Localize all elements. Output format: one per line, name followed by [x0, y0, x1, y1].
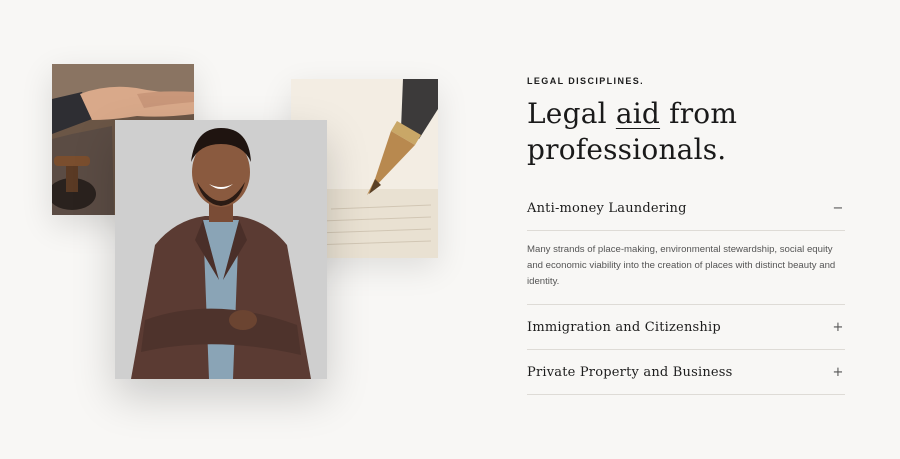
accordion-item-private-property: Private Property and Business + — [527, 350, 845, 395]
legal-disciplines-section: LEGAL DISCIPLINES. Legal aid from profes… — [527, 76, 845, 395]
collapse-icon[interactable]: − — [831, 201, 845, 216]
section-eyebrow: LEGAL DISCIPLINES. — [527, 76, 645, 86]
accordion-title: Immigration and Citizenship — [527, 319, 721, 335]
page: LEGAL DISCIPLINES. Legal aid from profes… — [0, 0, 900, 459]
section-headline: Legal aid from professionals. — [527, 96, 845, 168]
accordion-item-immigration: Immigration and Citizenship + — [527, 304, 845, 350]
headline-part-1: Legal — [527, 97, 616, 130]
headline-underlined-word: aid — [615, 97, 661, 130]
expand-icon[interactable]: + — [831, 365, 845, 380]
accordion-header-anti-money-laundering[interactable]: Anti-money Laundering − — [527, 186, 845, 230]
accordion-header-immigration[interactable]: Immigration and Citizenship + — [527, 305, 845, 349]
accordion-title: Anti-money Laundering — [527, 200, 687, 216]
portrait-image — [115, 120, 327, 379]
portrait-illustration — [115, 120, 327, 379]
accordion-title: Private Property and Business — [527, 364, 733, 380]
accordion-header-private-property[interactable]: Private Property and Business + — [527, 350, 845, 394]
disciplines-accordion: Anti-money Laundering − Many strands of … — [527, 186, 845, 395]
expand-icon[interactable]: + — [831, 320, 845, 335]
accordion-item-anti-money-laundering: Anti-money Laundering − Many strands of … — [527, 186, 845, 304]
accordion-body: Many strands of place-making, environmen… — [527, 230, 845, 304]
